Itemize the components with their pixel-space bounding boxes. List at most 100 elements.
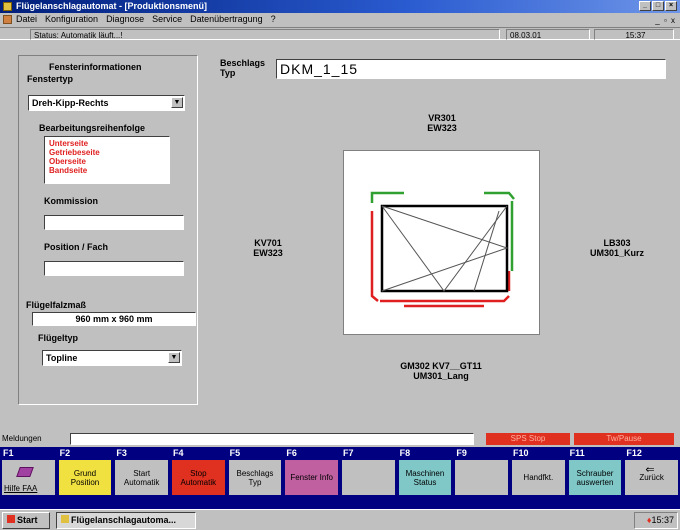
fkey-f12[interactable]: F12 Zurück ⇐ bbox=[623, 447, 680, 509]
fkey-button[interactable]: Maschinen Status bbox=[398, 460, 452, 495]
menu-diagnose[interactable]: Diagnose bbox=[106, 13, 144, 26]
fkey-f2[interactable]: F2 Grund Position bbox=[57, 447, 114, 509]
fkey-number: F6 bbox=[286, 448, 297, 458]
help-label: Hilfe FAA bbox=[4, 484, 38, 493]
system-tray: ♦15:37 bbox=[634, 512, 678, 529]
close-button[interactable]: × bbox=[665, 1, 677, 11]
green-hardware-top-left bbox=[370, 191, 404, 203]
status-date: 08.03.01 bbox=[510, 31, 542, 40]
fkey-number: F7 bbox=[343, 448, 354, 458]
fkey-f9[interactable]: F9 bbox=[453, 447, 510, 509]
fenstertyp-value: Dreh-Kipp-Rechts bbox=[32, 98, 109, 108]
section-title: Fensterinformationen bbox=[49, 62, 142, 72]
green-hardware-top-right bbox=[484, 191, 515, 200]
top-fitting-line1: VR301 bbox=[428, 113, 456, 123]
kommission-label: Kommission bbox=[44, 196, 99, 206]
taskbar-app-icon bbox=[61, 515, 69, 523]
fkey-button[interactable]: Schrauber auswerten bbox=[568, 460, 622, 495]
fkey-number: F11 bbox=[569, 448, 585, 458]
fkey-number: F9 bbox=[456, 448, 467, 458]
fkey-f8[interactable]: F8 Maschinen Status bbox=[397, 447, 454, 509]
window-controls: _ □ × bbox=[639, 1, 677, 11]
fkey-f1[interactable]: F1 Hilfe FAA bbox=[0, 447, 57, 509]
position-field[interactable] bbox=[44, 261, 184, 276]
list-item[interactable]: Oberseite bbox=[49, 157, 165, 166]
menu-konfiguration[interactable]: Konfiguration bbox=[45, 13, 98, 26]
chevron-down-icon[interactable]: ▼ bbox=[171, 97, 183, 108]
windows-logo-icon bbox=[7, 515, 15, 523]
pause-status-badge: Tw/Pause bbox=[574, 433, 674, 445]
fkey-button[interactable]: Beschlags Typ bbox=[228, 460, 282, 495]
kommission-field[interactable] bbox=[44, 215, 184, 230]
fkey-number: F1 bbox=[3, 448, 14, 458]
start-button[interactable]: Start bbox=[2, 512, 50, 529]
sps-status-badge: SPS Stop bbox=[486, 433, 570, 445]
beschlag-label-line2: Typ bbox=[220, 68, 236, 78]
fkey-button[interactable] bbox=[455, 460, 508, 495]
menu-service[interactable]: Service bbox=[152, 13, 182, 26]
start-label: Start bbox=[17, 515, 38, 525]
fkey-number: F8 bbox=[399, 448, 411, 458]
top-fitting-label: VR301 EW323 bbox=[410, 113, 474, 133]
bearbeitung-list[interactable]: Unterseite Getriebeseite Oberseite Bands… bbox=[44, 136, 170, 184]
falzmass-label: Flügelfalzmaß bbox=[26, 300, 87, 310]
fkey-number: F10 bbox=[513, 448, 529, 458]
left-fitting-label: KV701 EW323 bbox=[236, 238, 300, 258]
bottom-fitting-label: GM302 KV7__GT11 UM301_Lang bbox=[376, 361, 506, 381]
menu-help[interactable]: ? bbox=[271, 13, 276, 26]
fkey-f6[interactable]: F6 Fenster Info bbox=[283, 447, 340, 509]
maximize-button[interactable]: □ bbox=[652, 1, 664, 11]
fkey-button[interactable]: Fenster Info bbox=[285, 460, 338, 495]
left-fitting-line2: EW323 bbox=[253, 248, 283, 258]
menu-datenuebertragung[interactable]: Datenübertragung bbox=[190, 13, 263, 26]
list-item[interactable]: Getriebeseite bbox=[49, 148, 165, 157]
fenstertyp-label: Fenstertyp bbox=[27, 74, 74, 84]
menu-datei[interactable]: Datei bbox=[16, 13, 37, 26]
status-time: 15:37 bbox=[625, 31, 646, 40]
fkey-number: F4 bbox=[173, 448, 184, 458]
tilt-line bbox=[381, 205, 508, 292]
opening-lines bbox=[381, 205, 509, 292]
fluegeltyp-select[interactable]: Topline ▼ bbox=[42, 350, 182, 366]
taskbar-app-button[interactable]: Flügelanschlagautoma... bbox=[56, 512, 196, 529]
fkey-button[interactable] bbox=[342, 460, 395, 495]
fkey-f11[interactable]: F11 Schrauber auswerten bbox=[567, 447, 624, 509]
window-diagram-svg bbox=[370, 191, 515, 308]
red-hardware-bottom bbox=[380, 295, 510, 303]
taskbar-clock: 15:37 bbox=[651, 515, 674, 525]
beschlag-label-line1: Beschlags bbox=[220, 58, 266, 68]
window-title: Flügelanschlagautomat - [Produktionsmenü… bbox=[16, 1, 208, 11]
chevron-down-icon[interactable]: ▼ bbox=[168, 352, 180, 363]
top-fitting-line2: EW323 bbox=[427, 123, 457, 133]
fenstertyp-select[interactable]: Dreh-Kipp-Rechts ▼ bbox=[28, 95, 185, 111]
fkey-button[interactable]: Stop Automatik bbox=[172, 460, 225, 495]
mdi-controls[interactable]: _ ▫ x bbox=[655, 14, 676, 27]
messages-label: Meldungen bbox=[2, 434, 42, 443]
menu-bar: Datei Konfiguration Diagnose Service Dat… bbox=[0, 13, 680, 26]
fkey-number: F12 bbox=[626, 448, 642, 458]
status-value: Automatik läuft...! bbox=[60, 31, 123, 40]
minimize-button[interactable]: _ bbox=[639, 1, 651, 11]
fkey-button[interactable]: Handfkt. bbox=[512, 460, 565, 495]
bottom-fitting-line1: GM302 KV7__GT11 bbox=[400, 361, 482, 371]
right-fitting-label: LB303 UM301_Kurz bbox=[572, 238, 662, 258]
diagonal-line bbox=[473, 210, 500, 292]
taskbar-app-label: Flügelanschlagautoma... bbox=[71, 515, 177, 525]
status-label: Status: bbox=[34, 31, 59, 40]
list-item[interactable]: Bandseite bbox=[49, 166, 165, 175]
app-icon bbox=[3, 2, 12, 11]
fkey-f7[interactable]: F7 bbox=[340, 447, 397, 509]
falzmass-field: 960 mm x 960 mm bbox=[32, 312, 196, 326]
fkey-f3[interactable]: F3 Start Automatik bbox=[113, 447, 170, 509]
beschlag-type-field[interactable]: DKM_1_15 bbox=[276, 59, 666, 79]
messages-field bbox=[70, 433, 474, 445]
fkey-f4[interactable]: F4 Stop Automatik bbox=[170, 447, 227, 509]
fkey-f10[interactable]: F10 Handfkt. bbox=[510, 447, 567, 509]
fkey-f5[interactable]: F5 Beschlags Typ bbox=[227, 447, 284, 509]
fkey-button[interactable]: Start Automatik bbox=[115, 460, 168, 495]
date-box: 08.03.01 bbox=[506, 29, 590, 40]
list-item[interactable]: Unterseite bbox=[49, 139, 165, 148]
fluegeltyp-label: Flügeltyp bbox=[38, 333, 78, 343]
fkey-button[interactable]: Grund Position bbox=[58, 460, 112, 495]
position-label: Position / Fach bbox=[44, 242, 109, 252]
